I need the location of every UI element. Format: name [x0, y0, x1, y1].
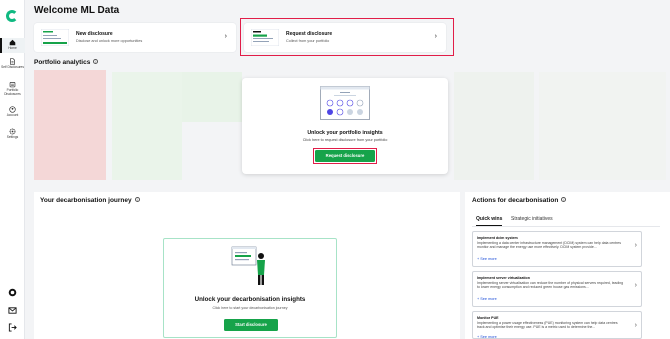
start-disclosure-button[interactable]: Start disclosure: [224, 319, 278, 331]
new-disclosure-card[interactable]: New disclosure Disclose and unlock more …: [34, 23, 236, 52]
portfolio-insights-illustration: [320, 86, 370, 120]
section-title-text: Your decarbonisation journey: [40, 197, 132, 204]
section-title-text: Actions for decarbonisation: [472, 197, 559, 204]
info-icon[interactable]: i: [93, 59, 99, 64]
sidebar-item-settings[interactable]: Settings: [0, 128, 25, 141]
portfolio-analytics-title: Portfolio analytics i: [34, 59, 99, 66]
action-card[interactable]: Implement dcim system Implementing a dat…: [472, 231, 642, 267]
tab-quick-wins[interactable]: Quick wins: [476, 216, 503, 226]
chevron-right-icon[interactable]: ›: [635, 242, 637, 249]
journey-illustration: [231, 246, 265, 285]
actions-title: Actions for decarbonisation i: [472, 197, 567, 204]
action-card[interactable]: Implement server virtualization Implemen…: [472, 271, 642, 307]
sidebar-item-label: Account: [6, 113, 19, 117]
action-card[interactable]: Monitor PUE Implementing a power usage e…: [472, 311, 642, 339]
sidebar-item-label: Home: [8, 46, 17, 50]
journey-title: Your decarbonisation journey i: [40, 197, 140, 204]
action-description: Implementing a power usage effectiveness…: [477, 321, 618, 330]
journey-insights-card: Unlock your decarbonisation insights Cli…: [163, 238, 337, 338]
new-disclosure-illustration: [41, 29, 69, 46]
sidebar-item-label: Settings: [6, 135, 19, 139]
action-title: Implement dcim system: [477, 236, 518, 240]
page-title: Welcome ML Data: [34, 5, 120, 16]
sidebar-item-home[interactable]: Home: [0, 38, 25, 53]
card-subtitle: Disclose and unlock more opportunities: [76, 39, 143, 43]
action-description: Implementing server virtualisation can r…: [477, 281, 624, 290]
home-icon: [9, 39, 16, 46]
overlay-subtitle: Click here to request disclosure from yo…: [302, 138, 388, 142]
sidebar-item-label: Portfolio Disclosures: [4, 88, 21, 96]
sidebar-item-label: Self Disclosures: [1, 65, 24, 69]
chevron-right-icon: ›: [224, 33, 227, 40]
overlay-title: Unlock your portfolio insights: [307, 130, 383, 136]
request-disclosure-button[interactable]: Request disclosure: [315, 150, 375, 162]
app-logo[interactable]: [6, 10, 18, 22]
sidebar-item-portfolio-disclosures[interactable]: Portfolio Disclosures: [0, 81, 25, 99]
sidebar: Home Self Disclosures Portfolio Disclosu…: [0, 0, 25, 339]
journey-card-title: Unlock your decarbonisation insights: [194, 296, 306, 303]
action-description: Implementing a data center infrastructur…: [477, 241, 621, 250]
sidebar-item-self-disclosures[interactable]: Self Disclosures: [0, 58, 25, 76]
info-icon[interactable]: i: [561, 197, 567, 202]
card-title: New disclosure: [76, 31, 113, 37]
journey-card-subtitle: Click here to start your decarbonisation…: [212, 306, 288, 310]
sidebar-item-account[interactable]: Account: [0, 106, 25, 119]
action-title: Monitor PUE: [477, 316, 499, 320]
selection-highlight: [240, 18, 454, 56]
tab-strategic-initiatives[interactable]: Strategic initiatives: [511, 216, 553, 222]
portfolio-icon: [9, 82, 16, 88]
account-icon: [9, 106, 16, 113]
logout-icon[interactable]: [8, 323, 17, 332]
document-icon: [10, 58, 15, 65]
action-title: Implement server virtualization: [477, 276, 530, 280]
settings-icon: [9, 128, 16, 135]
chevron-right-icon[interactable]: ›: [635, 322, 637, 329]
chevron-right-icon[interactable]: ›: [635, 282, 637, 289]
portfolio-insights-card: Unlock your portfolio insights Click her…: [242, 78, 448, 174]
info-icon[interactable]: i: [134, 197, 140, 202]
section-title-text: Portfolio analytics: [34, 59, 91, 66]
support-icon[interactable]: [8, 288, 17, 297]
see-more-link[interactable]: + See more: [477, 335, 497, 339]
mail-icon[interactable]: [8, 306, 17, 315]
see-more-link[interactable]: + See more: [477, 257, 497, 261]
see-more-link[interactable]: + See more: [477, 297, 497, 301]
